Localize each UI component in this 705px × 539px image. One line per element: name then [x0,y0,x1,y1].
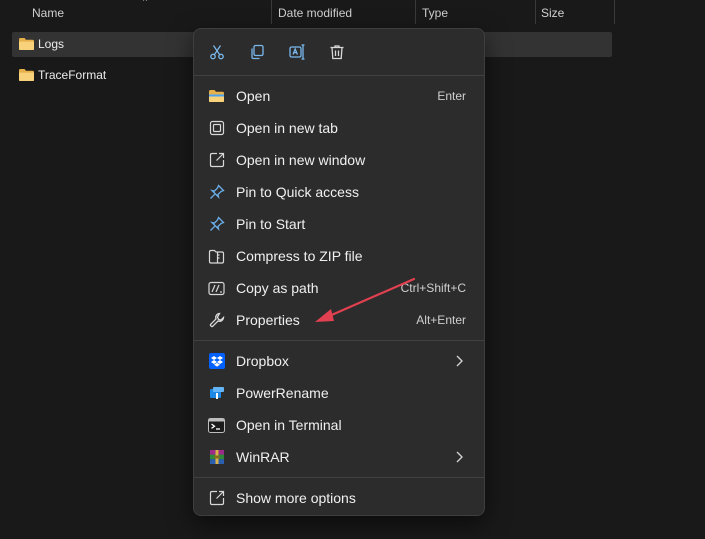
column-type[interactable]: Type [422,0,448,26]
menu-item-label: Open in new window [236,152,366,168]
menu-item-powerrename[interactable]: PowerRename [198,378,480,408]
menu-item-label: Open in new tab [236,120,338,136]
menu-separator [194,477,484,478]
column-header: ^ Name Date modified Type Size [0,0,705,26]
column-divider[interactable] [535,0,536,24]
menu-item-compress-zip[interactable]: Compress to ZIP file [198,241,480,271]
menu-item-open[interactable]: Open Enter [198,81,480,111]
column-name[interactable]: Name [32,0,64,26]
chevron-right-icon [456,451,463,463]
powerrename-icon [208,385,225,401]
delete-button[interactable] [324,39,350,65]
show-more-icon [208,490,225,506]
menu-item-properties[interactable]: Properties Alt+Enter [198,305,480,335]
chevron-right-icon [456,355,463,367]
cut-icon [210,45,224,60]
zip-folder-icon [208,248,225,264]
menu-item-shortcut: Alt+Enter [416,313,466,327]
copy-button[interactable] [244,39,270,65]
menu-item-label: Show more options [236,490,356,506]
file-name: TraceFormat [38,68,107,82]
menu-item-label: Pin to Start [236,216,306,232]
column-size[interactable]: Size [541,0,564,26]
column-divider[interactable] [271,0,272,24]
folder-icon [19,69,34,81]
new-tab-icon [208,120,225,136]
terminal-icon [208,417,225,433]
rename-button[interactable] [284,39,310,65]
menu-item-pin-start[interactable]: Pin to Start [198,209,480,239]
column-divider[interactable] [614,0,615,24]
menu-item-show-more-options[interactable]: Show more options [198,483,480,513]
menu-item-dropbox[interactable]: Dropbox [198,346,480,376]
menu-item-open-new-window[interactable]: Open in new window [198,145,480,175]
menu-item-label: Compress to ZIP file [236,248,363,264]
menu-item-copy-as-path[interactable]: Copy as path Ctrl+Shift+C [198,273,480,303]
new-window-icon [208,152,225,168]
menu-item-label: WinRAR [236,449,290,465]
menu-item-label: Open in Terminal [236,417,342,433]
menu-item-shortcut: Enter [437,89,466,103]
winrar-icon [208,449,225,465]
dropbox-icon [208,353,225,369]
menu-item-label: Pin to Quick access [236,184,359,200]
folder-open-icon [208,88,225,104]
context-menu: Open Enter Open in new tab Open in new w… [193,28,485,516]
menu-separator [194,340,484,341]
copy-path-icon [208,280,225,296]
menu-item-winrar[interactable]: WinRAR [198,442,480,472]
cut-button[interactable] [204,39,230,65]
menu-item-shortcut: Ctrl+Shift+C [400,281,466,295]
menu-item-label: Open [236,88,271,104]
menu-item-label: Properties [236,312,300,328]
pin-icon [208,184,225,200]
wrench-icon [208,312,225,328]
menu-item-pin-quick-access[interactable]: Pin to Quick access [198,177,480,207]
delete-icon [330,45,344,60]
rename-icon [288,44,304,60]
menu-item-open-terminal[interactable]: Open in Terminal [198,410,480,440]
menu-item-label: Dropbox [236,353,289,369]
folder-icon [19,38,34,50]
copy-icon [251,44,264,60]
column-divider[interactable] [415,0,416,24]
menu-separator [194,75,484,76]
menu-item-label: PowerRename [236,385,329,401]
column-date-modified[interactable]: Date modified [278,0,352,26]
file-name: Logs [38,37,65,51]
menu-item-label: Copy as path [236,280,319,296]
pin-icon [208,216,225,232]
menu-item-open-new-tab[interactable]: Open in new tab [198,113,480,143]
quick-action-bar [194,29,484,75]
sort-caret-icon: ^ [143,0,148,6]
